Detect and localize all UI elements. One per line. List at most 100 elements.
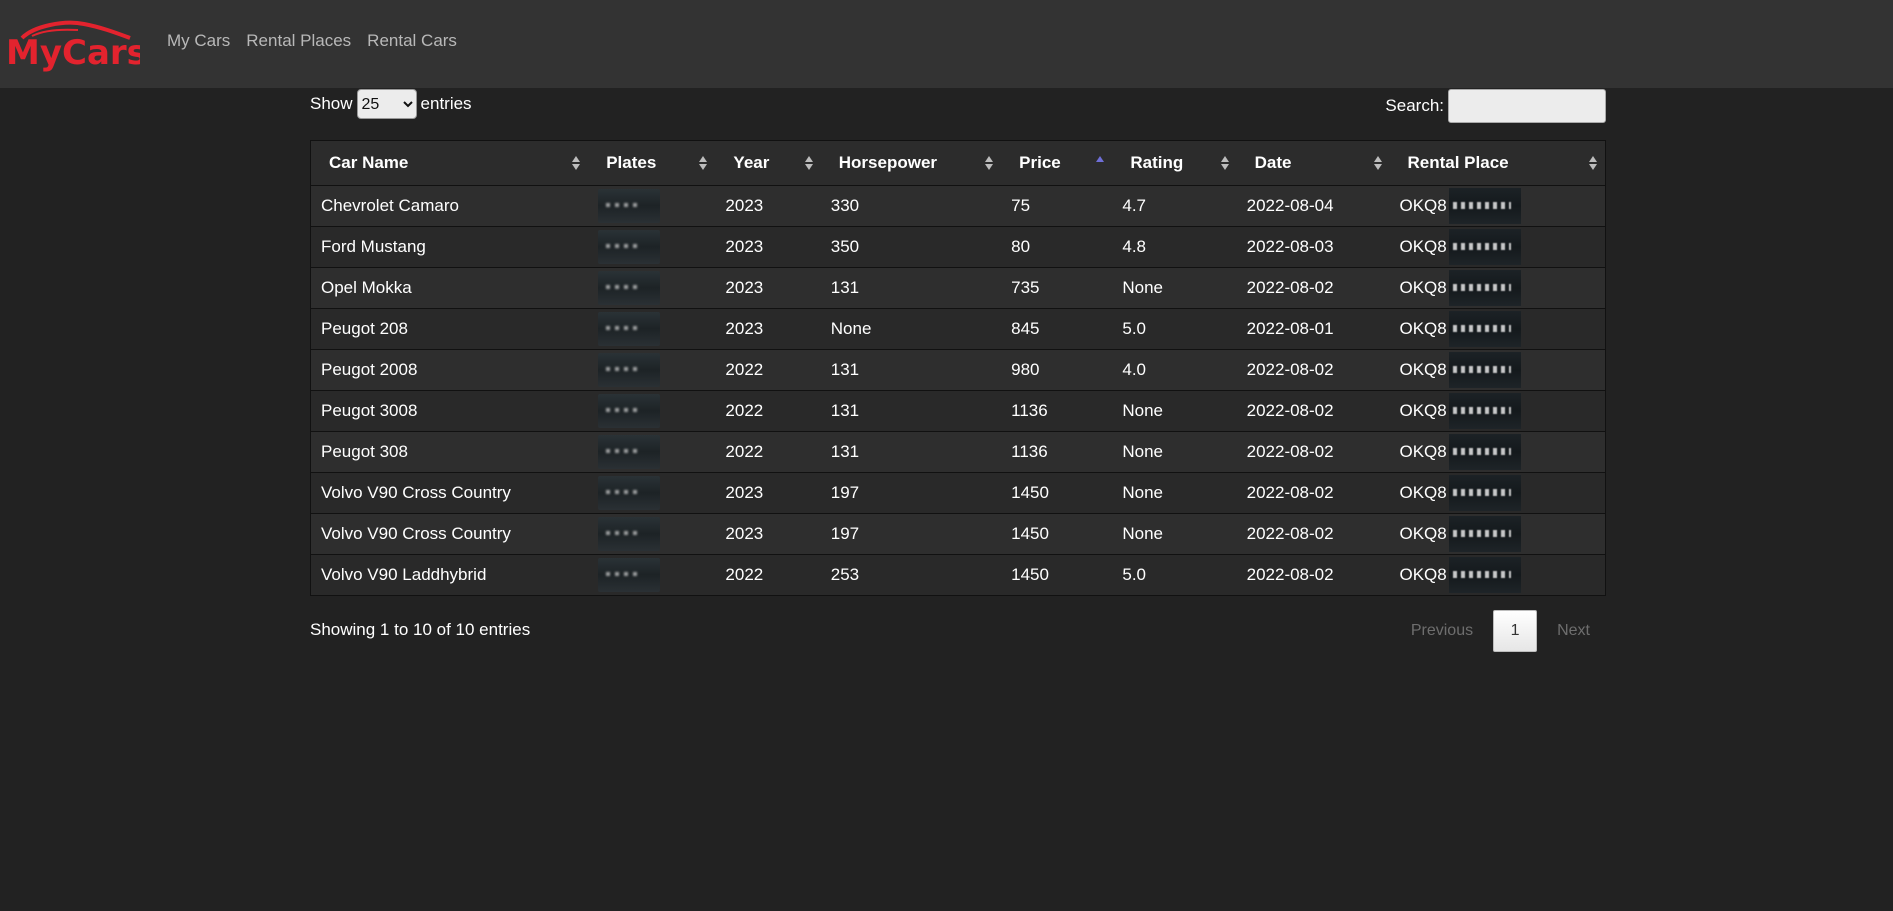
table-row[interactable]: Peugot 308 2022 131 1136 None 2022-08-02 OKQ8 <box>310 431 1606 473</box>
table-footer: Showing 1 to 10 of 10 entries Previous 1… <box>310 602 1606 652</box>
cell-year: 2022 <box>715 431 821 473</box>
cell-horsepower: 350 <box>820 226 1002 268</box>
rental-place-image <box>1448 516 1521 552</box>
column-header-price[interactable]: Price <box>1001 140 1113 186</box>
nav-links: My Cars Rental Places Rental Cars <box>167 31 457 51</box>
cell-rating: 4.7 <box>1112 185 1237 227</box>
next-button[interactable]: Next <box>1541 614 1606 648</box>
rental-place-image <box>1448 434 1521 470</box>
cell-horsepower: 131 <box>820 390 1002 432</box>
cell-plates <box>588 226 716 268</box>
plate-image <box>598 476 661 510</box>
sort-icon <box>985 155 995 171</box>
mycars-logo[interactable]: MyCars <box>4 12 140 72</box>
plate-image <box>598 353 661 387</box>
rental-place-name: OKQ8 <box>1399 524 1447 543</box>
rental-place-name: OKQ8 <box>1399 237 1447 256</box>
table-row[interactable]: Peugot 2008 2022 131 980 4.0 2022-08-02 OKQ8 <box>310 349 1606 391</box>
table-row[interactable]: Ford Mustang 2023 350 80 4.8 2022-08-03 OKQ8 <box>310 226 1606 268</box>
cell-rental-place: OKQ8 <box>1389 513 1606 555</box>
cell-year: 2022 <box>715 390 821 432</box>
cell-rating: 5.0 <box>1112 308 1237 350</box>
cell-car-name: Volvo V90 Cross Country <box>310 513 589 555</box>
sort-icon <box>572 155 582 171</box>
cell-rental-place: OKQ8 <box>1389 431 1606 473</box>
column-header-rating[interactable]: Rating <box>1112 140 1237 186</box>
table-row[interactable]: Opel Mokka 2023 131 735 None 2022-08-02 OKQ8 <box>310 267 1606 309</box>
plate-image <box>598 435 661 469</box>
table-row[interactable]: Volvo V90 Cross Country 2023 197 1450 None 20… <box>310 513 1606 555</box>
header-row: Car Name Plates Year Horsepower Price Rating D… <box>310 140 1606 186</box>
cell-horsepower: 197 <box>820 472 1002 514</box>
cell-year: 2022 <box>715 554 821 596</box>
rental-place-name: OKQ8 <box>1399 278 1447 297</box>
cell-date: 2022-08-02 <box>1236 349 1390 391</box>
table-row[interactable]: Peugot 3008 2022 131 1136 None 2022-08-02 OKQ8 <box>310 390 1606 432</box>
table-controls: Show 102550100 entries Search: <box>310 88 1606 140</box>
page-1-button[interactable]: 1 <box>1493 610 1538 652</box>
column-header-car-name[interactable]: Car Name <box>310 140 589 186</box>
cell-rental-place: OKQ8 <box>1389 226 1606 268</box>
cell-price: 980 <box>1001 349 1113 391</box>
entries-select[interactable]: 102550100 <box>356 89 417 119</box>
cell-car-name: Peugot 3008 <box>310 390 589 432</box>
column-header-horsepower[interactable]: Horsepower <box>820 140 1002 186</box>
cell-date: 2022-08-02 <box>1236 513 1390 555</box>
column-header-date[interactable]: Date <box>1236 140 1390 186</box>
table-row[interactable]: Chevrolet Camaro 2023 330 75 4.7 2022-08-04 OK… <box>310 185 1606 227</box>
cell-rental-place: OKQ8 <box>1389 554 1606 596</box>
cell-car-name: Volvo V90 Cross Country <box>310 472 589 514</box>
cell-date: 2022-08-02 <box>1236 267 1390 309</box>
cell-car-name: Chevrolet Camaro <box>310 185 589 227</box>
cell-rating: 4.8 <box>1112 226 1237 268</box>
cell-car-name: Peugot 2008 <box>310 349 589 391</box>
cell-rating: None <box>1112 390 1237 432</box>
cell-plates <box>588 308 716 350</box>
cell-year: 2023 <box>715 513 821 555</box>
table-header: Car Name Plates Year Horsepower Price Rating D… <box>310 140 1606 186</box>
cell-rating: 4.0 <box>1112 349 1237 391</box>
cell-car-name: Ford Mustang <box>310 226 589 268</box>
rental-place-name: OKQ8 <box>1399 565 1447 584</box>
cell-plates <box>588 185 716 227</box>
sort-icon <box>1589 155 1599 171</box>
cell-date: 2022-08-02 <box>1236 554 1390 596</box>
sort-icon <box>1373 155 1384 171</box>
cell-horsepower: 131 <box>820 431 1002 473</box>
cell-plates <box>588 267 716 309</box>
rental-place-image <box>1448 393 1521 429</box>
navbar: MyCars My Cars Rental Places Rental Cars <box>0 0 1893 88</box>
cell-plates <box>588 390 716 432</box>
rental-place-image <box>1448 557 1521 593</box>
previous-button[interactable]: Previous <box>1395 614 1489 648</box>
cell-price: 1136 <box>1001 390 1113 432</box>
cell-price: 1136 <box>1001 431 1113 473</box>
cell-horsepower: 197 <box>820 513 1002 555</box>
cell-plates <box>588 472 716 514</box>
search-input[interactable] <box>1448 89 1606 123</box>
table-row[interactable]: Volvo V90 Laddhybrid 2022 253 1450 5.0 2022-0… <box>310 554 1606 596</box>
cell-rating: None <box>1112 472 1237 514</box>
table-row[interactable]: Volvo V90 Cross Country 2023 197 1450 None 20… <box>310 472 1606 514</box>
nav-link-rental-places[interactable]: Rental Places <box>246 31 351 51</box>
nav-link-rental-cars[interactable]: Rental Cars <box>367 31 457 51</box>
cell-car-name: Peugot 308 <box>310 431 589 473</box>
column-header-label: Car Name <box>329 153 409 172</box>
cell-rental-place: OKQ8 <box>1389 185 1606 227</box>
cell-horsepower: None <box>820 308 1002 350</box>
table-row[interactable]: Peugot 208 2023 None 845 5.0 2022-08-01 OKQ8 <box>310 308 1606 350</box>
cell-car-name: Volvo V90 Laddhybrid <box>310 554 589 596</box>
column-header-rental-place[interactable]: Rental Place <box>1389 140 1606 186</box>
cell-price: 80 <box>1001 226 1113 268</box>
column-header-label: Price <box>1019 153 1061 172</box>
rental-place-image <box>1448 475 1521 511</box>
cell-rating: None <box>1112 431 1237 473</box>
rental-place-image <box>1448 311 1521 347</box>
cell-date: 2022-08-02 <box>1236 431 1390 473</box>
column-header-year[interactable]: Year <box>715 140 821 186</box>
column-header-plates[interactable]: Plates <box>588 140 716 186</box>
cell-plates <box>588 431 716 473</box>
nav-link-my-cars[interactable]: My Cars <box>167 31 230 51</box>
search-label: Search: <box>1385 96 1444 115</box>
cell-year: 2023 <box>715 267 821 309</box>
